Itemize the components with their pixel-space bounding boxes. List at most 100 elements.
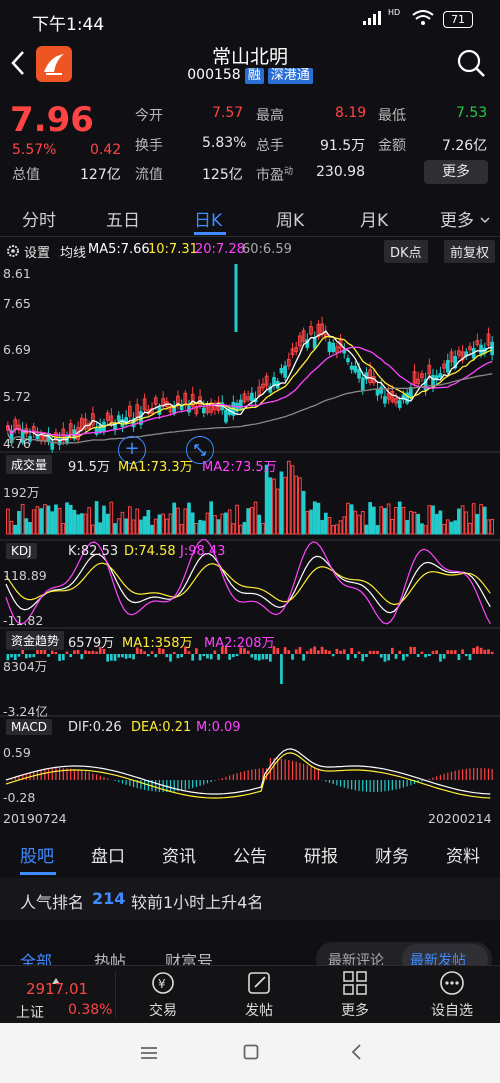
volume-bar	[475, 513, 480, 535]
volume-bar	[128, 506, 132, 535]
menu-icon[interactable]	[140, 1045, 158, 1064]
volume-bar	[279, 471, 284, 535]
volume-bar	[198, 519, 202, 535]
volume-bar	[183, 508, 188, 535]
macd-panel-label[interactable]: MACD	[6, 719, 52, 735]
more-quote-button[interactable]: 更多	[424, 160, 488, 184]
tab-more[interactable]: 更多	[440, 206, 474, 231]
home-icon[interactable]	[243, 1044, 259, 1064]
more-dots-icon[interactable]	[439, 970, 465, 1000]
tab-forum[interactable]: 股吧	[20, 842, 54, 867]
fund-bar	[257, 654, 261, 661]
nav-add-watchlist[interactable]: 设自选	[422, 1000, 482, 1020]
macd-bars	[10, 758, 493, 792]
nav-post[interactable]: 发帖	[229, 1000, 289, 1020]
macd-bar	[158, 780, 161, 792]
fund-bar	[331, 654, 335, 657]
fund-panel-label[interactable]: 资金趋势	[6, 631, 65, 650]
macd-axis-bottom: -0.28	[3, 790, 36, 805]
dk-point-button[interactable]: DK点	[384, 240, 428, 263]
fund-bar	[291, 654, 294, 660]
ma5-value: MA5:7.66	[88, 242, 150, 257]
fund-bar	[180, 654, 183, 658]
popularity-row[interactable]: 人气排名 214 较前1小时上升4名	[0, 878, 500, 920]
tab-reports[interactable]: 研报	[304, 842, 338, 867]
search-icon[interactable]	[456, 48, 486, 82]
macd-bar	[314, 767, 316, 780]
volume-bar	[57, 507, 62, 535]
kdj-axis-top: 118.89	[3, 568, 47, 583]
volume-bar	[213, 515, 217, 535]
kdj-d: D:74.58	[124, 544, 176, 559]
tab-weekly-k[interactable]: 周K	[276, 206, 304, 231]
sort-latest-post[interactable]: 最新发帖	[410, 950, 466, 966]
sort-latest-comment[interactable]: 最新评论	[328, 950, 384, 966]
back-nav-icon[interactable]	[350, 1043, 362, 1065]
forum-tab-hot[interactable]: 热帖	[94, 948, 126, 966]
volume-panel-label[interactable]: 成交量	[6, 455, 53, 474]
fund-bar	[58, 654, 61, 661]
fund-bar	[261, 654, 265, 660]
macd-bar	[347, 780, 349, 789]
fund-bar	[169, 654, 172, 662]
volume-bar	[453, 520, 458, 535]
settings-button[interactable]: 设置	[24, 242, 50, 261]
forum-tab-wealth[interactable]: 财富号	[165, 948, 213, 966]
fund-bar	[232, 654, 235, 658]
macd-bar	[458, 769, 460, 780]
volume-bar	[109, 501, 114, 535]
fund-bar	[372, 650, 376, 654]
tab-order-book[interactable]: 盘口	[91, 842, 125, 867]
macd-bar	[73, 769, 75, 780]
tab-finance[interactable]: 财务	[375, 842, 409, 867]
volume-bar	[397, 501, 402, 535]
fund-bar	[128, 654, 132, 658]
fund-bar	[298, 647, 302, 654]
fund-bar	[339, 650, 342, 654]
volume-bar	[445, 519, 450, 535]
fund-bar	[209, 654, 213, 660]
fund-bar	[117, 654, 121, 658]
macd-bar	[369, 780, 371, 792]
fund-axis-bottom: -3.24亿	[3, 704, 48, 719]
tab-monthly-k[interactable]: 月K	[360, 206, 388, 231]
fund-bar	[379, 654, 383, 658]
volume-bar	[131, 519, 136, 535]
macd-bar	[299, 762, 301, 780]
volume-bar	[168, 513, 173, 535]
volume-bar	[401, 506, 406, 535]
tab-5day[interactable]: 五日	[106, 206, 140, 231]
nav-more[interactable]: 更多	[325, 1000, 385, 1020]
index-name: 上证	[16, 1005, 44, 1021]
float-value: 125亿	[202, 167, 243, 183]
macd-bar	[188, 780, 190, 789]
volume-bar	[320, 519, 324, 535]
fund-bar	[464, 654, 468, 657]
tab-announcements[interactable]: 公告	[233, 842, 267, 867]
index-value[interactable]: 2917.01	[26, 980, 88, 998]
compose-icon[interactable]	[246, 970, 272, 1000]
fund-bar	[468, 654, 472, 661]
tab-minute[interactable]: 分时	[22, 206, 56, 231]
date-end: 20200214	[428, 811, 492, 826]
kdj-panel-label[interactable]: KDJ	[6, 543, 37, 559]
gear-icon[interactable]	[6, 243, 20, 262]
fund-bar	[132, 654, 135, 660]
adjust-button[interactable]: 前复权	[444, 240, 496, 263]
candle-body	[272, 377, 276, 387]
volume-bar	[412, 511, 417, 535]
macd-bar	[236, 773, 238, 780]
forum-tab-all[interactable]: 全部	[20, 948, 52, 966]
volume-bar	[294, 475, 299, 535]
fund-bar	[106, 654, 110, 662]
nav-trade[interactable]: 交易	[133, 1000, 193, 1020]
amount-label: 金额	[378, 138, 406, 154]
tab-news[interactable]: 资讯	[162, 842, 196, 867]
grid-icon[interactable]	[342, 970, 368, 1000]
tab-daily-k[interactable]: 日K	[194, 206, 222, 231]
tab-profile[interactable]: 资料	[446, 842, 480, 867]
volume-bar	[427, 505, 432, 535]
volume-bar	[116, 518, 121, 535]
trade-icon[interactable]: ¥	[150, 970, 176, 1000]
fund-bar	[206, 654, 209, 659]
